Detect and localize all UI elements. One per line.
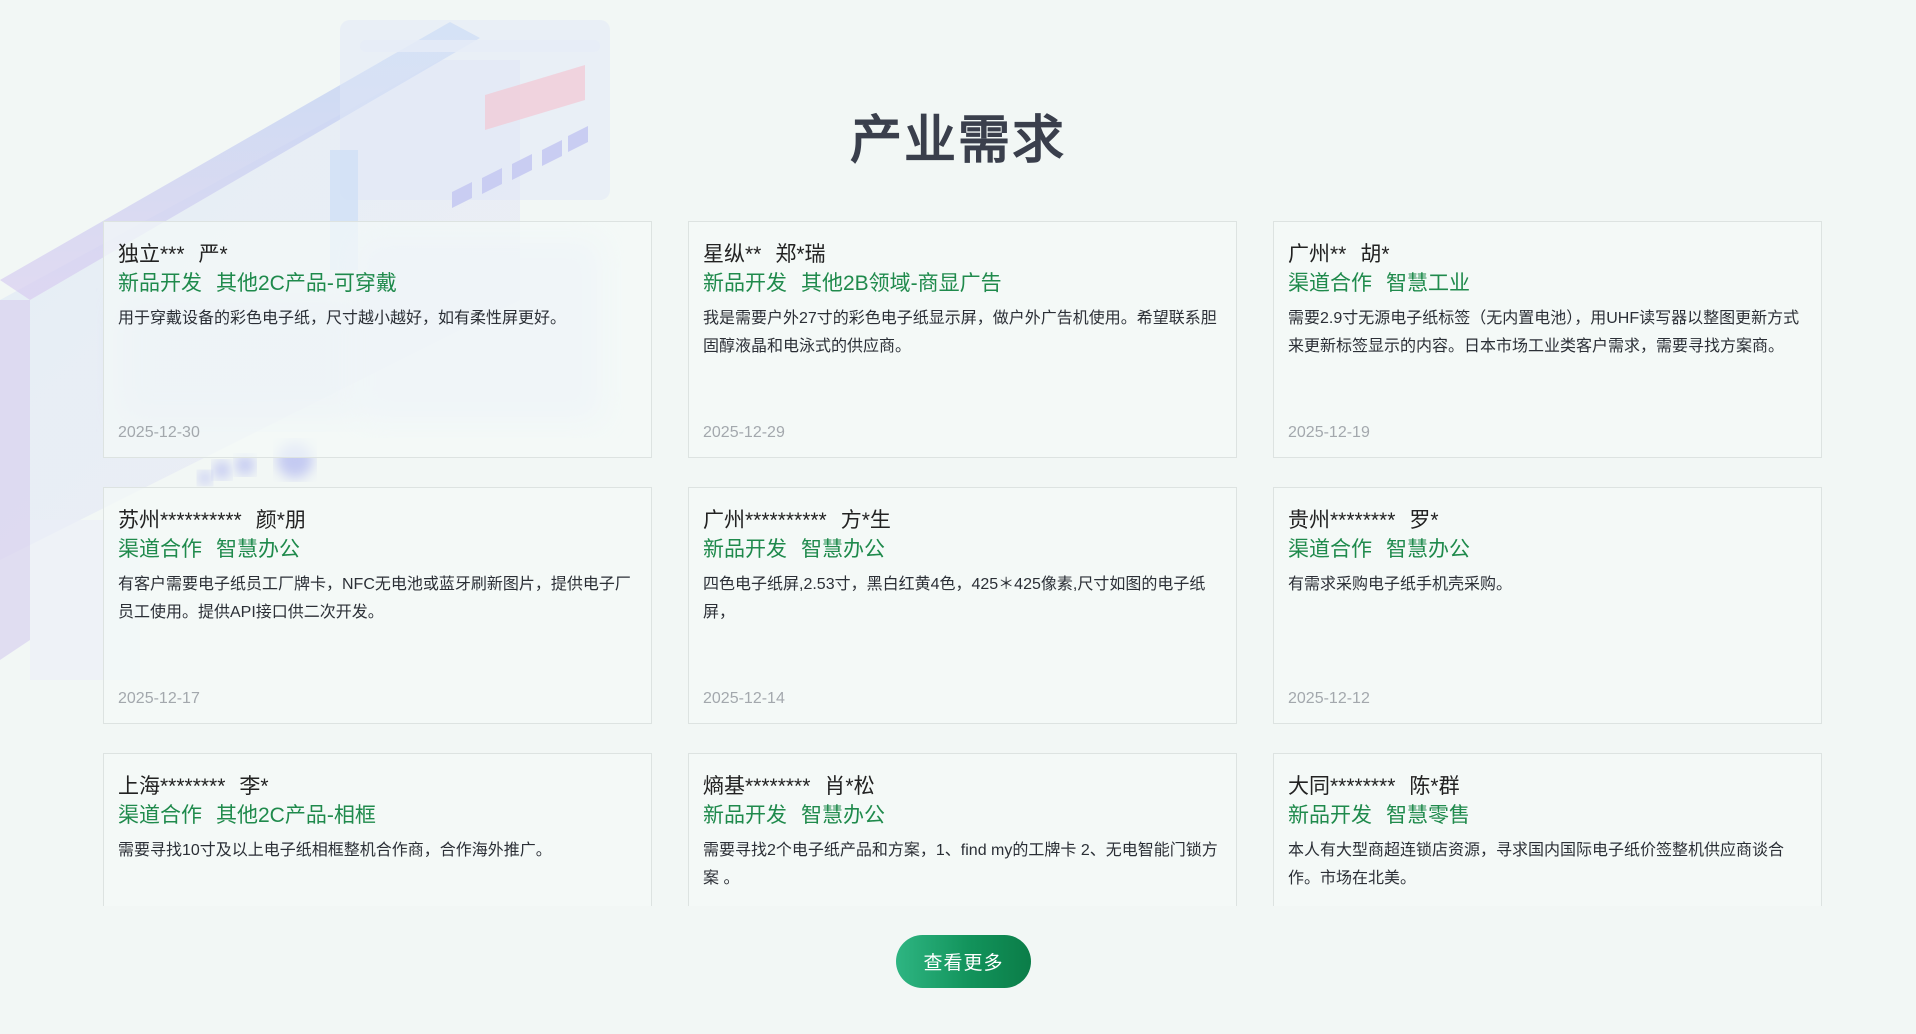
card-tags: 新品开发 其他2B领域-商显广告	[703, 269, 1222, 299]
demand-card[interactable]: 独立*** 严* 新品开发 其他2C产品-可穿戴用于穿戴设备的彩色电子纸，尺寸越小越好…	[103, 221, 652, 458]
card-tags: 渠道合作 其他2C产品-相框	[118, 801, 637, 831]
card-description: 需要寻找10寸及以上电子纸相框整机合作商，合作海外推广。	[118, 842, 552, 859]
demand-list: 独立*** 严* 新品开发 其他2C产品-可穿戴 用于穿戴设备的彩色电子纸，尺寸越小越好…	[103, 221, 1823, 906]
field-tag: 其他2C产品-可穿戴	[216, 272, 397, 295]
card-date: 2025-12-17	[118, 690, 200, 707]
field-tag: 智慧办公	[801, 538, 885, 561]
card-description: 四色电子纸屏,2.53寸，黑白红黄4色，425＊425像素,尺寸如图的电子纸屏，	[703, 576, 1206, 621]
category-tag: 渠道合作	[1288, 272, 1372, 295]
card-header: 大同******** 陈*群	[1288, 773, 1807, 801]
contact-name: 李*	[239, 775, 269, 798]
contact-name: 陈*群	[1409, 775, 1460, 798]
page-title: 产业需求	[849, 111, 1066, 170]
card-tags: 新品开发 其他2C产品-可穿戴	[118, 269, 637, 299]
card-header: 广州** 胡*	[1288, 241, 1807, 269]
company-name: 独立***	[118, 243, 185, 266]
field-tag: 智慧办公	[216, 538, 300, 561]
card-header: 苏州********** 颜*朋	[118, 507, 637, 535]
card-tags: 新品开发 智慧办公	[703, 801, 1222, 831]
category-tag: 新品开发	[118, 272, 202, 295]
field-tag: 其他2C产品-相框	[216, 804, 376, 827]
card-tags: 渠道合作 智慧工业	[1288, 269, 1807, 299]
demand-card[interactable]: 苏州********** 颜*朋渠道合作 智慧办公有客户需要电子纸员工厂牌卡，NFC…	[103, 487, 652, 724]
company-name: 贵州********	[1288, 509, 1396, 532]
demand-card[interactable]: 大同******** 陈*群新品开发 智慧零售本人有大型商超连锁店资源，寻求国内国际…	[1273, 753, 1822, 906]
card-description: 需要2.9寸无源电子纸标签（无内置电池），用UHF读写器以整图更新方式来更新标签…	[1288, 310, 1800, 355]
field-tag: 智慧办公	[1386, 538, 1470, 561]
demand-card[interactable]: 星纵** 郑*瑞新品开发 其他2B领域-商显广告我是需要户外27寸的彩色电子纸显示屏…	[688, 221, 1237, 458]
card-tags: 渠道合作 智慧办公	[1288, 535, 1807, 565]
card-header: 贵州******** 罗*	[1288, 507, 1807, 535]
category-tag: 新品开发	[703, 804, 787, 827]
card-header: 广州********** 方*生	[703, 507, 1222, 535]
card-header: 上海******** 李*	[118, 773, 637, 801]
company-name: 大同********	[1288, 775, 1396, 798]
card-date: 2025-12-12	[1288, 690, 1370, 707]
card-description: 有需求采购电子纸手机壳采购。	[1288, 576, 1513, 593]
company-name: 上海********	[118, 775, 226, 798]
category-tag: 新品开发	[703, 272, 787, 295]
demand-card[interactable]: 熵基******** 肖*松新品开发 智慧办公需要寻找2个电子纸产品和方案，1、fi…	[688, 753, 1237, 906]
category-tag: 新品开发	[703, 538, 787, 561]
card-tags: 新品开发 智慧零售	[1288, 801, 1807, 831]
card-description: 用于穿戴设备的彩色电子纸，尺寸越小越好，如有柔性屏更好。	[118, 310, 567, 327]
contact-name: 严*	[198, 243, 228, 266]
card-date: 2025-12-30	[118, 424, 200, 441]
category-tag: 渠道合作	[1288, 538, 1372, 561]
field-tag: 智慧零售	[1386, 804, 1470, 827]
card-date: 2025-12-14	[703, 690, 785, 707]
field-tag: 智慧工业	[1386, 272, 1470, 295]
category-tag: 新品开发	[1288, 804, 1372, 827]
card-tags: 渠道合作 智慧办公	[118, 535, 637, 565]
demand-card[interactable]: 广州********** 方*生新品开发 智慧办公四色电子纸屏,2.53寸，黑白红黄…	[688, 487, 1237, 724]
company-name: 广州**	[1288, 243, 1347, 266]
field-tag: 智慧办公	[801, 804, 885, 827]
contact-name: 罗*	[1409, 509, 1439, 532]
card-header: 独立*** 严*	[118, 241, 637, 269]
contact-name: 方*生	[840, 509, 891, 532]
card-description: 需要寻找2个电子纸产品和方案，1、find my的工牌卡 2、无电智能门锁方案 …	[703, 842, 1218, 887]
card-description: 有客户需要电子纸员工厂牌卡，NFC无电池或蓝牙刷新图片，提供电子厂员工使用。提供…	[118, 576, 631, 621]
demand-card[interactable]: 贵州******** 罗* 渠道合作 智慧办公有需求采购电子纸手机壳采购。 2025-1…	[1273, 487, 1822, 724]
card-date: 2025-12-19	[1288, 424, 1370, 441]
card-description: 我是需要户外27寸的彩色电子纸显示屏，做户外广告机使用。希望联系胆固醇液晶和电泳…	[703, 310, 1217, 355]
card-tags: 新品开发 智慧办公	[703, 535, 1222, 565]
card-header: 星纵** 郑*瑞	[703, 241, 1222, 269]
contact-name: 胡*	[1360, 243, 1390, 266]
field-tag: 其他2B领域-商显广告	[801, 272, 1002, 295]
company-name: 熵基********	[703, 775, 811, 798]
demand-card[interactable]: 广州** 胡* 渠道合作 智慧工业需要2.9寸无源电子纸标签（无内置电池），用UHF读…	[1273, 221, 1822, 458]
contact-name: 颜*朋	[255, 509, 306, 532]
category-tag: 渠道合作	[118, 538, 202, 561]
view-more-button[interactable]: 查看更多	[896, 935, 1031, 988]
card-date: 2025-12-29	[703, 424, 785, 441]
card-description: 本人有大型商超连锁店资源，寻求国内国际电子纸价签整机供应商谈合作。市场在北美。	[1288, 842, 1785, 887]
category-tag: 渠道合作	[118, 804, 202, 827]
company-name: 广州**********	[703, 509, 827, 532]
company-name: 星纵**	[703, 243, 762, 266]
contact-name: 郑*瑞	[775, 243, 826, 266]
demand-card[interactable]: 上海******** 李* 渠道合作 其他2C产品-相框需要寻找10寸及以上电子纸相框…	[103, 753, 652, 906]
card-header: 熵基******** 肖*松	[703, 773, 1222, 801]
contact-name: 肖*松	[824, 775, 875, 798]
company-name: 苏州**********	[118, 509, 242, 532]
